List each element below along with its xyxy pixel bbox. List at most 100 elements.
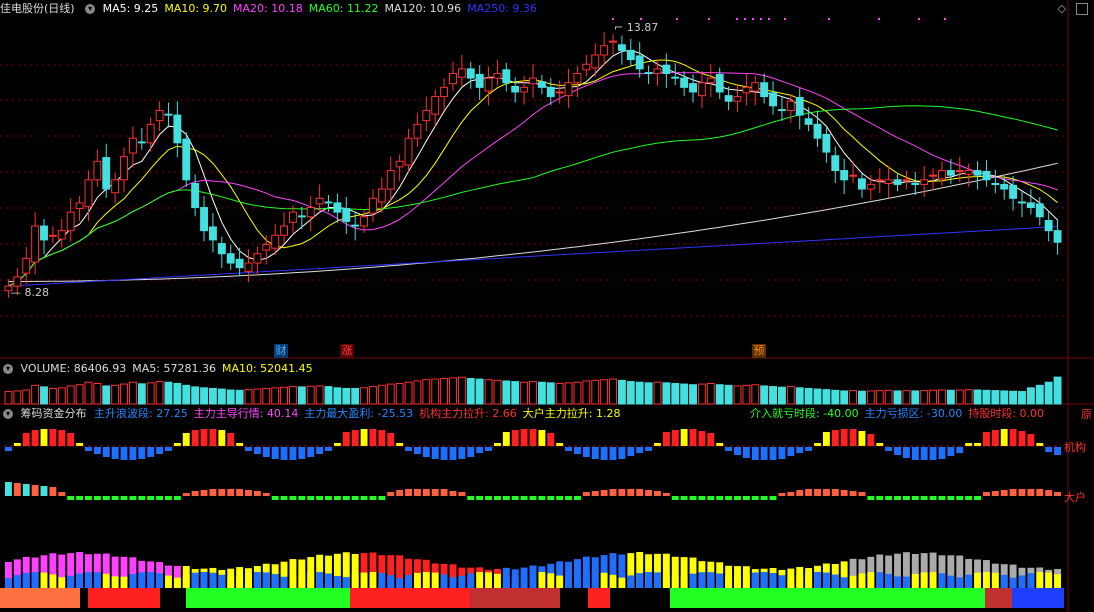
chip-distribution-inner-bar — [31, 572, 39, 588]
institution-bar — [654, 443, 661, 446]
bigholder-bar — [93, 496, 101, 500]
candle-body — [964, 170, 973, 175]
volume-bar — [120, 383, 128, 405]
institution-bar — [396, 443, 404, 446]
institution-bar — [716, 443, 724, 446]
event-tag-yu[interactable]: 预 — [752, 344, 766, 358]
chip-distribution-inner-bar — [111, 576, 119, 588]
chip-distribution-inner-bar — [467, 573, 475, 588]
volume-bar — [137, 383, 146, 405]
bigholder-bar — [191, 491, 199, 496]
volume-bar — [360, 387, 369, 405]
institution-bar — [156, 447, 164, 454]
candle-body — [626, 49, 635, 61]
institution-bar — [982, 432, 990, 446]
institution-bar — [449, 447, 457, 460]
candle-body — [653, 68, 662, 74]
chip-distribution-inner-bar — [929, 572, 937, 588]
institution-bar — [209, 429, 217, 446]
volume-bar — [662, 382, 671, 405]
institution-bar — [751, 447, 759, 460]
candle-body — [600, 45, 609, 56]
bigholder-bar — [618, 489, 626, 496]
volume-bar — [858, 390, 866, 405]
institution-bar — [547, 433, 555, 446]
chip-settings-icon[interactable]: ▾ — [3, 409, 13, 419]
volume-bar — [164, 381, 173, 405]
bigholder-bar — [742, 496, 750, 500]
chip-distribution-inner-bar — [49, 574, 57, 588]
edge-label: 原 — [1081, 408, 1092, 421]
volume-bar — [955, 389, 964, 405]
bigholder-bar — [662, 493, 670, 496]
chip-distribution-inner-bar — [582, 572, 590, 588]
chip-distribution-inner-bar — [93, 572, 101, 588]
institution-bar — [476, 447, 484, 453]
bigholder-bar — [165, 496, 172, 500]
chip-distribution-inner-bar — [920, 572, 928, 588]
volume-bar — [191, 386, 200, 405]
candle-body — [297, 215, 306, 218]
institution-bar — [511, 430, 519, 446]
volume-bar — [555, 382, 564, 405]
bigholder-bar — [600, 490, 608, 496]
volume-bar — [208, 387, 217, 405]
candle-body — [733, 96, 742, 102]
status-strip-segment-5 — [588, 588, 610, 608]
bigholder-bar — [609, 489, 617, 496]
institution-bar — [1000, 429, 1008, 446]
candle-body — [369, 197, 377, 214]
bigholder-bar — [734, 496, 741, 500]
chip-right-label-0: 介入就亏时段: -40.00 — [750, 407, 859, 420]
volume-bar — [253, 388, 262, 405]
bigholder-bar — [342, 496, 350, 500]
candle-body — [324, 201, 333, 204]
volume-bar — [946, 389, 955, 405]
volume-label-1: MA5: 57281.36 — [132, 362, 216, 375]
volume-bar — [573, 381, 582, 405]
bigholder-bar — [698, 496, 706, 500]
candle-body — [529, 77, 537, 85]
institution-bar — [947, 447, 955, 456]
volume-bar — [786, 386, 795, 405]
event-tag-cai[interactable]: 财 — [274, 344, 288, 358]
chip-right-label-2: 持股时段: 0.00 — [968, 407, 1045, 420]
chip-distribution-inner-bar — [787, 577, 795, 588]
candle-body — [1044, 219, 1053, 232]
volume-bar — [217, 388, 226, 405]
institution-bar — [493, 443, 501, 446]
candlestick-chart[interactable]: ⌐ 13.87 — 8.28 — [0, 0, 1094, 612]
volume-bar — [200, 387, 208, 405]
chip-distribution-inner-bar — [991, 572, 999, 588]
chip-distribution-inner-bar — [289, 576, 297, 588]
volume-bar — [546, 382, 555, 405]
bigholder-bar — [360, 496, 368, 500]
institution-bar — [76, 443, 84, 446]
bigholder-bar — [1036, 489, 1044, 496]
institution-bar — [13, 443, 21, 446]
bigholder-bar — [520, 496, 528, 500]
chip-distribution-inner-bar — [938, 573, 946, 588]
institution-bar — [67, 433, 75, 446]
candle-body — [449, 72, 457, 85]
chip-distribution-inner-bar — [182, 574, 190, 588]
institution-bar — [902, 447, 910, 458]
chip-distribution-inner-bar — [200, 572, 208, 588]
chip-right-label-1: 主力亏损区: -30.00 — [864, 407, 963, 420]
bigholder-bar — [645, 490, 653, 496]
volume-bar — [1026, 387, 1035, 405]
chip-distribution-inner-bar — [574, 574, 581, 588]
volume-bar — [938, 389, 946, 405]
chip-distribution-inner-bar — [796, 575, 804, 588]
volume-bar — [644, 382, 653, 405]
chip-distribution-inner-bar — [431, 572, 439, 588]
chip-distribution-inner-bar — [591, 572, 599, 588]
volume-settings-icon[interactable]: ▾ — [3, 364, 13, 374]
event-tag-zhang[interactable]: 涨 — [340, 344, 354, 358]
bigholder-bar — [351, 496, 359, 500]
bigholder-bar — [796, 490, 804, 496]
institution-bar — [822, 432, 830, 446]
candle-body — [546, 86, 555, 98]
institution-bar — [147, 447, 155, 457]
volume-bar — [244, 389, 253, 405]
